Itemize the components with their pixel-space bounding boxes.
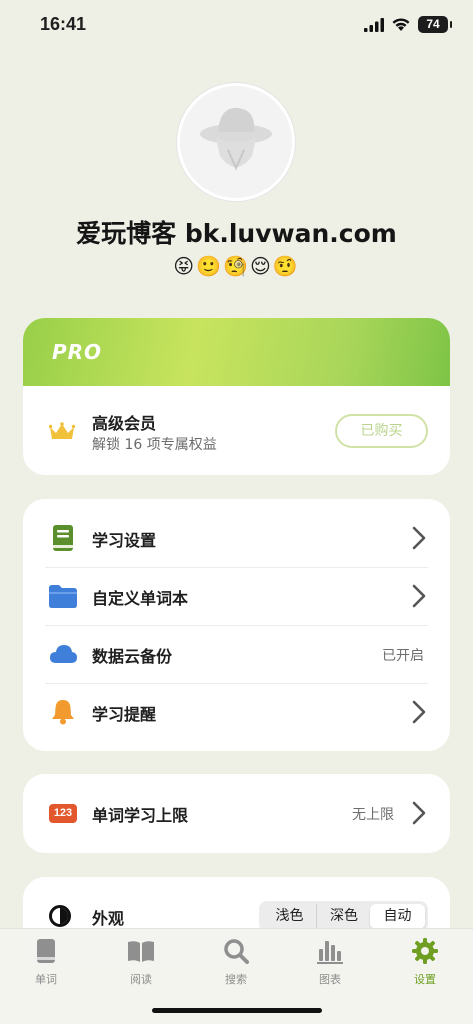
tab-charts[interactable]: 图表 — [300, 937, 360, 987]
status-time: 16:41 — [40, 14, 87, 34]
gear-icon — [412, 938, 438, 964]
tab-search[interactable]: 搜索 — [206, 937, 266, 987]
tab-label: 单词 — [35, 973, 57, 986]
cloud-backup-status: 已开启 — [382, 648, 424, 664]
settings-row-label: 数据云备份 — [92, 647, 173, 666]
status-bar: 16:41 74 — [0, 0, 473, 50]
tab-settings[interactable]: 设置 — [395, 937, 455, 987]
open-book-icon — [128, 941, 154, 962]
pro-label: PRO — [52, 340, 103, 364]
bar-chart-icon — [317, 941, 343, 964]
chevron-right-icon — [412, 801, 426, 825]
settings-row-study-settings[interactable]: 学习设置 — [23, 509, 450, 567]
word-limit-card[interactable]: 123 单词学习上限 无上限 — [23, 774, 450, 853]
chevron-right-icon — [412, 700, 426, 724]
settings-row-label: 自定义单词本 — [92, 589, 189, 608]
appearance-option-dark[interactable]: 深色 — [316, 904, 371, 929]
profile-emoji-row: 😝🙂🧐😌🤨 — [173, 254, 300, 278]
profile-username: 爱玩博客 bk.luvwan.com — [76, 219, 397, 248]
tab-words[interactable]: 单词 — [16, 937, 76, 987]
pro-banner: PRO — [23, 318, 450, 386]
appearance-option-light[interactable]: 浅色 — [262, 904, 317, 929]
member-subtitle: 解锁 16 项专属权益 — [92, 437, 217, 453]
home-indicator — [152, 1008, 322, 1013]
settings-row-custom-wordbook[interactable]: 自定义单词本 — [23, 567, 450, 625]
settings-row-cloud-backup[interactable]: 数据云备份 已开启 — [23, 625, 450, 683]
settings-row-study-reminder[interactable]: 学习提醒 — [23, 683, 450, 741]
battery-indicator: 74 — [418, 16, 452, 33]
member-title: 高级会员 — [92, 414, 157, 433]
crown-icon — [49, 422, 75, 439]
tab-reading[interactable]: 阅读 — [111, 937, 171, 987]
appearance-label: 外观 — [92, 909, 125, 928]
pro-card[interactable]: PRO 高级会员 解锁 16 项专属权益 已购买 — [23, 318, 450, 475]
folder-icon — [49, 585, 77, 608]
settings-card: 学习设置 自定义单词本 数据云备份 已开启 学习提醒 — [23, 499, 450, 751]
word-limit-label: 单词学习上限 — [92, 806, 189, 825]
wifi-icon — [392, 18, 410, 31]
chevron-right-icon — [412, 584, 426, 608]
tab-label: 设置 — [414, 973, 436, 986]
avatar[interactable] — [177, 83, 295, 201]
appearance-option-auto[interactable]: 自动 — [370, 904, 425, 929]
cellular-signal-icon — [364, 18, 384, 32]
bell-icon — [52, 700, 74, 725]
cloud-icon — [50, 645, 77, 663]
tab-label: 阅读 — [130, 973, 152, 986]
settings-row-label: 学习设置 — [92, 531, 157, 550]
word-limit-value: 无上限 — [352, 807, 394, 823]
tab-label: 图表 — [319, 973, 341, 986]
settings-row-word-limit[interactable]: 单词学习上限 无上限 — [23, 784, 450, 842]
settings-row-label: 学习提醒 — [92, 705, 157, 724]
purchased-button[interactable]: 已购买 — [335, 414, 428, 448]
tab-label: 搜索 — [225, 973, 247, 986]
avatar-hat-figure-icon — [180, 86, 292, 198]
book-icon — [53, 525, 73, 551]
chevron-right-icon — [412, 526, 426, 550]
search-icon — [224, 939, 249, 964]
book-tab-icon — [37, 939, 55, 963]
contrast-icon — [49, 905, 71, 927]
